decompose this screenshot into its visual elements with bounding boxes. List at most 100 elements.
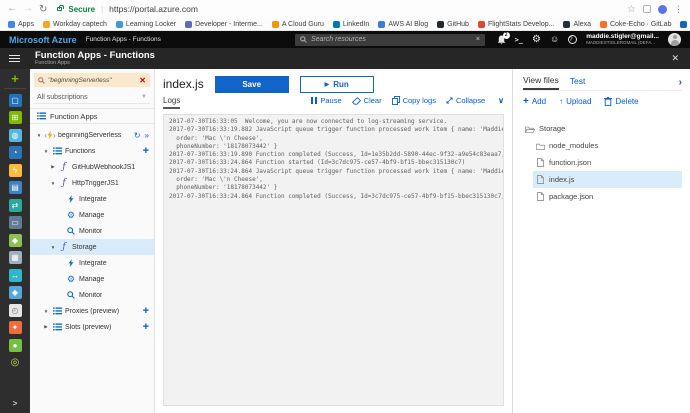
clear-button[interactable]: Clear [351,96,382,105]
chevron-right-icon[interactable]: ▶ [43,324,49,330]
bookmark-aws-ai-blog[interactable]: AWS AI Blog [378,20,428,28]
tree-item-monitor[interactable]: Monitor [30,287,154,303]
bookmark-learning-locker[interactable]: Learning Locker [115,20,176,28]
avatar[interactable] [668,33,681,46]
add-icon[interactable]: + [143,322,149,333]
virtual-machines-icon[interactable]: ▢ [8,93,22,107]
tree-item-monitor[interactable]: Monitor [30,223,154,239]
url-text[interactable]: https://portal.azure.com [109,4,198,14]
chevron-down-icon[interactable]: ▼ [36,133,42,138]
hamburger-menu-icon[interactable] [9,54,20,57]
tree-item-integrate[interactable]: Integrate [30,191,154,207]
dashboard-icon[interactable]: ⊞ [8,111,22,124]
scheduler-icon[interactable]: ◴ [8,303,22,317]
pause-button[interactable]: Pause [311,96,342,105]
bookmark-linkedin[interactable]: LinkedIn [332,20,369,28]
tree-item-functions[interactable]: ▼ Functions + [30,143,154,159]
bookmark-github[interactable]: GitHub [437,20,469,28]
feedback-smiley-icon[interactable]: ☺ [550,35,559,44]
bookmark-proposal-tracker[interactable]: Proposal Tracker -... [680,20,690,28]
tab-test[interactable]: Test [570,76,586,89]
add-icon[interactable]: + [143,146,149,157]
chevron-down-icon[interactable]: ∨ [498,96,504,105]
function-apps-section[interactable]: Function Apps [30,108,154,124]
browser-forward-icon[interactable]: → [23,4,33,14]
subscriptions-icon[interactable]: ◎ [9,356,22,369]
tree-item-httptriggerjs1[interactable]: ▼ ƒ HttpTriggerJS1 [30,175,154,191]
spark-icon[interactable]: ✦ [8,321,22,334]
chevron-right-icon[interactable]: › [679,77,682,88]
eraser-icon [351,96,361,105]
cloud-shell-icon[interactable]: >_ [515,36,523,44]
bookmark-a-cloud-guru[interactable]: A Cloud Guru [271,20,324,28]
new-resource-icon[interactable]: + [4,72,26,89]
run-button[interactable]: ▶ Run [299,75,374,93]
app-services-icon[interactable]: ◍ [8,128,22,142]
expand-rail-icon[interactable]: > [13,399,18,408]
browser-reload-icon[interactable]: ↻ [39,4,47,15]
tree-item-slots-preview[interactable]: ▶ Slots (preview) + [30,319,154,335]
bookmark-developer-interme[interactable]: Developer - Interme... [185,20,263,28]
bookmark-flightstats-develop[interactable]: FlightStats Develop... [477,20,554,28]
filter-input[interactable]: "beginningServerless" ✕ [34,73,150,87]
sql-databases-icon[interactable]: ▤ [8,181,22,194]
monitor-icon[interactable]: ▭ [8,216,22,229]
bookmark-workday-captech[interactable]: Workday captech [42,20,107,28]
close-blade-icon[interactable]: ✕ [671,53,681,64]
chevron-down-icon[interactable]: ▼ [50,181,56,186]
resource-groups-icon[interactable]: ◆ [8,233,22,247]
extension-icon[interactable] [643,5,651,13]
app-insights-icon[interactable]: ● [8,338,22,352]
bookmark-star-icon[interactable]: ☆ [627,4,636,15]
chevron-down-icon[interactable]: ▼ [43,309,49,314]
bookmark-alexa[interactable]: Alexa [563,20,591,28]
bookmark-apps[interactable]: Apps [8,20,34,28]
logs-output[interactable]: 2017-07-30T16:33:05 Welcome, you are now… [163,114,504,406]
tree-item-manage[interactable]: ⚙ Manage [30,271,154,287]
help-icon[interactable]: ? [568,35,578,44]
file-item-package-json[interactable]: package.json [533,188,682,205]
clear-filter-icon[interactable]: ✕ [139,76,146,85]
search-resources-input[interactable]: Search resources × [295,33,485,46]
clear-search-icon[interactable]: × [476,36,480,43]
collapse-button[interactable]: Collapse [446,96,485,105]
file-item-index-js[interactable]: index.js [533,171,682,188]
account-menu[interactable]: maddie.stigler@gmail... MADDIESTIGLERGMA… [586,33,659,45]
add-file-button[interactable]: + Add [523,96,546,107]
tree-item-manage[interactable]: ⚙ Manage [30,207,154,223]
browser-back-icon[interactable]: ← [7,4,17,14]
sync-icon[interactable]: ⇄ [8,198,22,212]
subscriptions-dropdown[interactable]: All subscriptions ▼ [34,91,150,104]
chevron-down-icon[interactable]: ▼ [43,149,49,154]
chevron-right-icon[interactable]: ▶ [50,164,56,170]
tab-view-files[interactable]: View files [523,75,559,90]
tree-item-proxies-preview[interactable]: ▼ Proxies (preview) + [30,303,154,319]
copy-logs-button[interactable]: Copy logs [391,96,436,105]
double-chevron-icon[interactable]: » [145,131,149,140]
tree-item-beginningserverless[interactable]: ▼ ‹ › beginningServerless ↻ » [30,127,154,143]
bookmark-coke-echo-gitlab[interactable]: Coke-Echo · GitLab [599,20,671,28]
tree-item-storage[interactable]: ▼ ƒ Storage [30,239,154,255]
function-apps-icon[interactable]: ϟ [8,163,22,177]
refresh-icon[interactable]: ↻ [134,131,141,140]
settings-gear-icon[interactable]: ⚙ [532,34,541,45]
file-item-storage[interactable]: Storage [523,120,682,137]
api-management-icon[interactable]: ↔ [8,268,22,282]
templates-icon[interactable]: ▦ [8,251,22,264]
extension-icon[interactable] [658,4,667,14]
file-item-node-modules[interactable]: node_modules [533,137,682,154]
delete-button[interactable]: Delete [604,97,639,106]
chevron-down-icon[interactable]: ▼ [50,245,56,250]
tree-item-githubwebhookjs1[interactable]: ▶ ƒ GitHubWebhookJS1 [30,159,154,175]
azure-brand[interactable]: Microsoft Azure [9,35,77,45]
save-button[interactable]: Save [214,75,289,93]
cosmos-db-icon[interactable]: ◆ [8,286,22,299]
logs-tab[interactable]: Logs [163,96,181,109]
upload-button[interactable]: ↑ Upload [559,97,591,106]
metrics-icon[interactable]: ◔ [8,146,22,159]
tree-item-integrate[interactable]: Integrate [30,255,154,271]
notifications-bell-icon[interactable]: 2 [497,31,510,45]
add-icon[interactable]: + [143,306,149,317]
file-item-function-json[interactable]: function.json [533,154,682,171]
browser-menu-icon[interactable]: ⋮ [674,4,683,15]
